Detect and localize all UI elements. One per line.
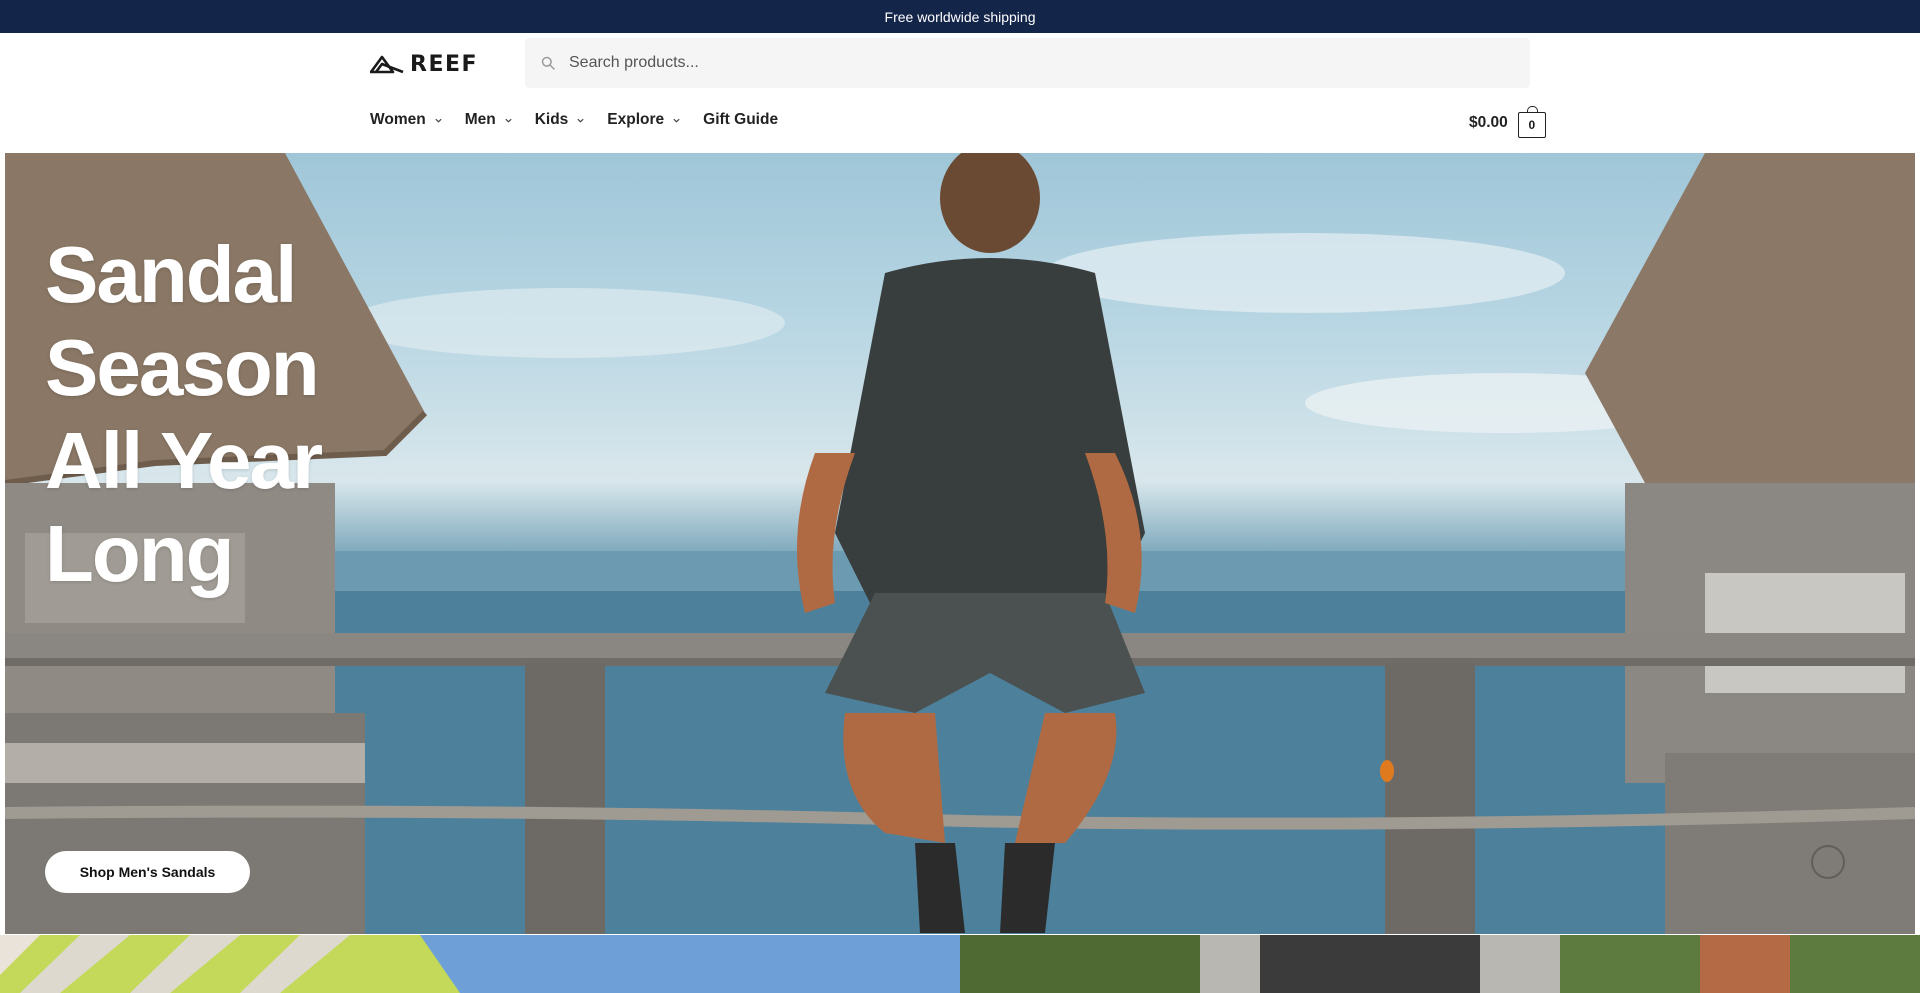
nav-item-label: Women bbox=[370, 111, 426, 128]
search-input[interactable] bbox=[569, 38, 1509, 88]
hero-title-line: Season bbox=[45, 323, 320, 412]
search-bar bbox=[525, 38, 1530, 88]
nav-item-label: Gift Guide bbox=[703, 111, 779, 128]
cart-total: $0.00 bbox=[1469, 114, 1508, 131]
nav-item-label: Men bbox=[464, 111, 496, 128]
shop-mens-sandals-button[interactable]: Shop Men's Sandals bbox=[45, 851, 250, 893]
nav-item-women[interactable]: Women bbox=[370, 111, 443, 129]
nav-item-label: Explore bbox=[607, 111, 665, 128]
logo-wordmark: REEF bbox=[410, 51, 479, 77]
announcement-text: Free worldwide shipping bbox=[884, 8, 1036, 25]
category-tile-right[interactable] bbox=[960, 935, 1920, 993]
slider-pagination-dot[interactable] bbox=[1811, 845, 1845, 879]
hero-title-line: Long bbox=[45, 509, 234, 598]
nav-item-explore[interactable]: Explore bbox=[607, 111, 681, 129]
site-logo[interactable]: REEF bbox=[370, 50, 478, 78]
chevron-down-icon bbox=[673, 118, 680, 123]
main-nav: Women Men Kids Explore Gift Guide bbox=[370, 111, 778, 129]
cart-link[interactable]: $0.00 0 bbox=[1469, 106, 1546, 138]
hero-banner: Sandal Season All Year Long Shop Men's S… bbox=[5, 153, 1915, 934]
hero-title: Sandal Season All Year Long bbox=[45, 228, 405, 600]
announcement-bar: Free worldwide shipping bbox=[0, 0, 1920, 33]
category-tile-image bbox=[960, 935, 1920, 993]
site-header: REEF Women Men Kids Explore Gift Guide bbox=[0, 33, 1920, 153]
hero-title-line: All Year bbox=[45, 416, 323, 505]
hero-title-line: Sandal bbox=[45, 230, 297, 319]
nav-item-men[interactable]: Men bbox=[465, 111, 513, 129]
shopping-bag-icon: 0 bbox=[1517, 106, 1546, 138]
reef-wave-logo-icon bbox=[370, 55, 404, 74]
chevron-down-icon bbox=[435, 118, 442, 123]
nav-item-kids[interactable]: Kids bbox=[535, 111, 586, 129]
chevron-down-icon bbox=[577, 118, 584, 123]
chevron-down-icon bbox=[505, 118, 512, 123]
nav-item-label: Kids bbox=[534, 111, 569, 128]
search-icon bbox=[541, 56, 555, 70]
nav-item-gift-guide[interactable]: Gift Guide bbox=[703, 111, 778, 129]
cart-count: 0 bbox=[1528, 118, 1536, 132]
category-tile-left[interactable] bbox=[0, 935, 960, 993]
category-tile-image bbox=[0, 935, 480, 993]
